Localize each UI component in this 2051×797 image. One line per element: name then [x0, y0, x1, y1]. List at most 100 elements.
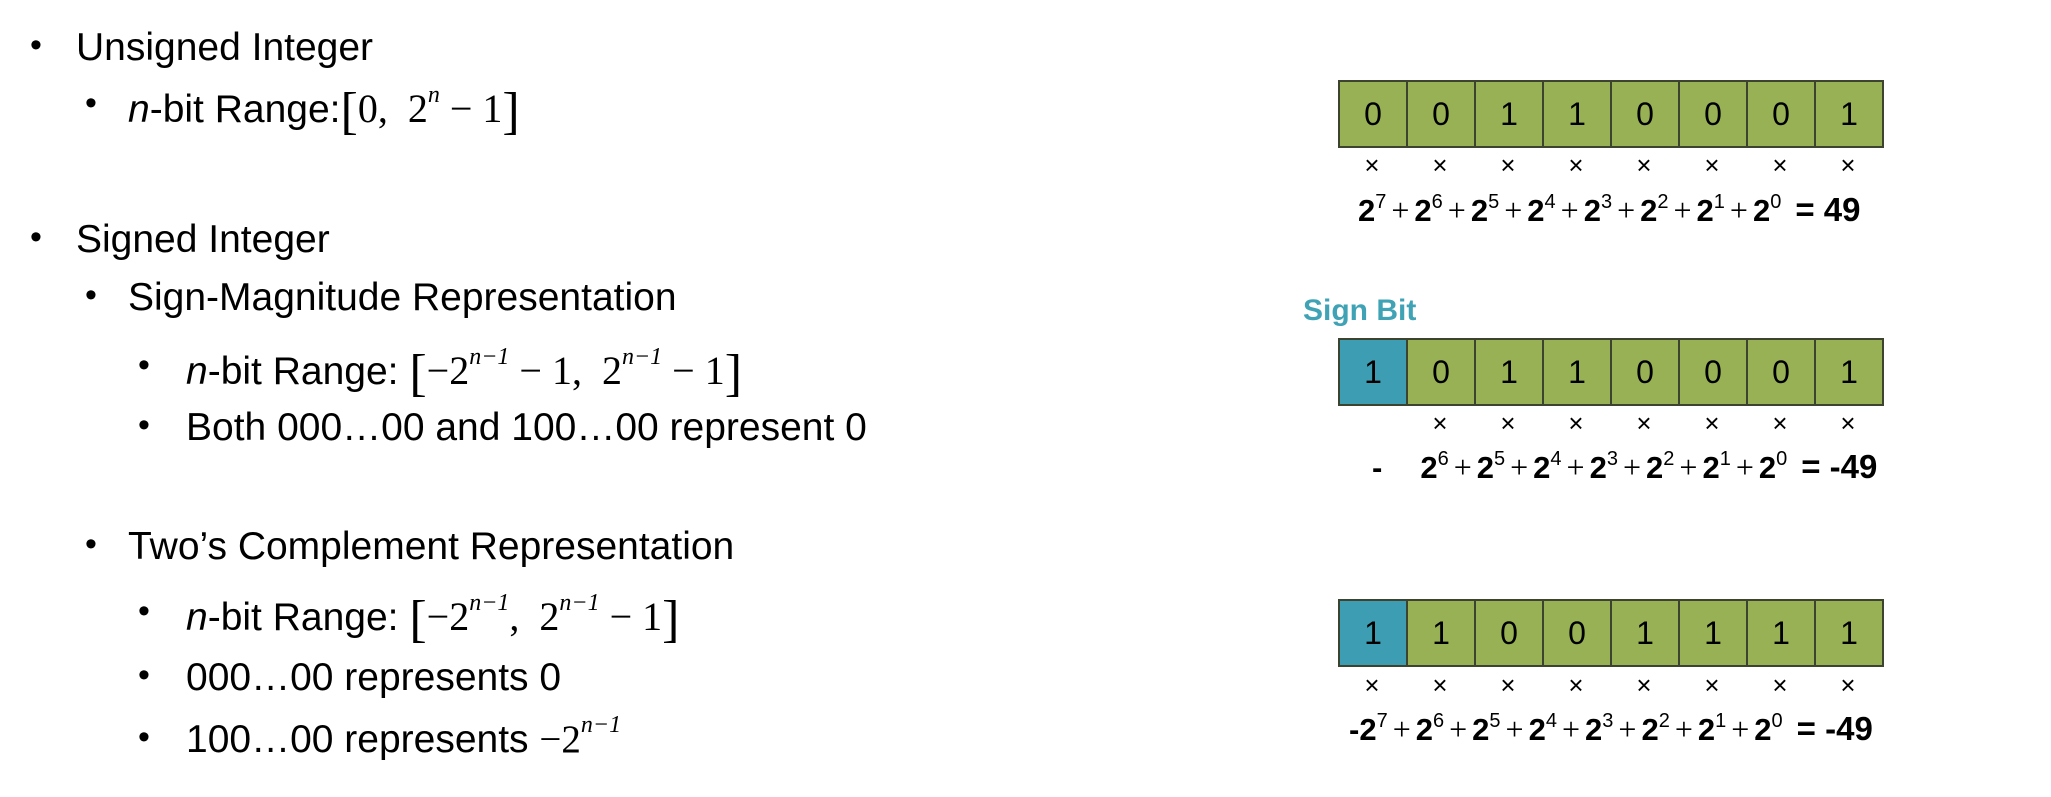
- plus-sign: +: [1729, 192, 1748, 228]
- bullet-dot: •: [138, 406, 150, 444]
- plus-sign: +: [1618, 711, 1637, 747]
- plus-sign: +: [1622, 449, 1642, 485]
- power-term: 22: [1646, 448, 1675, 485]
- exponent: 5: [1488, 191, 1500, 213]
- negative-sign: -: [1372, 450, 1383, 485]
- bullet-sign-magnitude-range: • n-bit Range: [−2n−1 − 1, 2n−1 − 1]: [138, 344, 743, 402]
- bullet-dot: •: [30, 218, 42, 256]
- plus-sign: +: [1449, 711, 1468, 747]
- bullet-twos-complement-min: • 100…00 represents −2n−1: [138, 713, 621, 761]
- exponent: 7: [1375, 191, 1387, 213]
- sign-bit-cell: 1: [1340, 340, 1408, 404]
- note-min-base: −2: [539, 718, 581, 761]
- bit-cell: 0: [1408, 82, 1476, 146]
- multiply-sign: ×: [1772, 670, 1788, 700]
- multiply-row: × × × × × × ×: [1338, 408, 1882, 439]
- bullet-dot: •: [85, 84, 97, 122]
- bullet-dot: •: [138, 656, 150, 694]
- bit-cell: 0: [1408, 340, 1476, 404]
- bit-cell: 1: [1816, 82, 1882, 146]
- bullet-sign-magnitude-zero: • Both 000…00 and 100…00 represent 0: [138, 406, 867, 449]
- formula-sign-magnitude: -26 +25 +24 +23 +22 +21 +20 = -49: [1372, 448, 1877, 485]
- power-term: 23: [1589, 448, 1618, 485]
- bit-cell: 1: [1612, 601, 1680, 665]
- result-value: = -49: [1796, 710, 1873, 747]
- sign-bit-label: Sign Bit: [1303, 294, 1417, 327]
- exponent: 3: [1606, 448, 1618, 470]
- plus-sign: +: [1392, 711, 1411, 747]
- bullet-dot: •: [30, 26, 42, 64]
- range-label: n-bit Range:: [128, 88, 341, 131]
- multiply-sign: ×: [1704, 150, 1720, 180]
- multiply-sign: ×: [1772, 408, 1788, 438]
- note-two-zeros: Both 000…00 and 100…00 represent 0: [186, 406, 867, 449]
- formula-unsigned: 27 +26 +25 +24 +23 +22 +21 +20 = 49: [1358, 191, 1861, 228]
- multiply-sign: ×: [1432, 150, 1448, 180]
- multiply-sign: ×: [1704, 408, 1720, 438]
- multiply-sign: ×: [1772, 150, 1788, 180]
- power-term: 21: [1697, 710, 1727, 747]
- exponent: 7: [1376, 710, 1388, 732]
- bullet-dot: •: [138, 346, 150, 384]
- multiply-sign: ×: [1568, 408, 1584, 438]
- power-term: 24: [1527, 191, 1556, 228]
- bit-cell: 1: [1816, 340, 1882, 404]
- bit-cell: 0: [1748, 340, 1816, 404]
- bullet-dot: •: [85, 525, 97, 563]
- range-math: [−2n−1 − 1, 2n−1 − 1]: [409, 344, 743, 402]
- multiply-sign: ×: [1568, 670, 1584, 700]
- bullet-signed-integer: • Signed Integer: [30, 220, 330, 259]
- power-term: 23: [1583, 191, 1613, 228]
- bit-cell: 0: [1544, 601, 1612, 665]
- bullet-twos-complement: • Two’s Complement Representation: [85, 527, 734, 566]
- plus-sign: +: [1674, 711, 1693, 747]
- exponent: 4: [1544, 191, 1556, 213]
- power-term: 27: [1358, 191, 1387, 228]
- multiply-sign: ×: [1432, 670, 1448, 700]
- multiply-sign: ×: [1636, 150, 1652, 180]
- plus-sign: +: [1447, 192, 1466, 228]
- power-term: 21: [1702, 448, 1731, 485]
- bullet-dot: •: [85, 276, 97, 314]
- plus-sign: +: [1731, 711, 1750, 747]
- bullet-dot: •: [138, 592, 150, 630]
- plus-sign: +: [1560, 192, 1579, 228]
- heading-sign-magnitude: Sign-Magnitude Representation: [128, 276, 677, 319]
- plus-sign: +: [1566, 449, 1585, 485]
- bit-cell: 0: [1680, 82, 1748, 146]
- bullet-unsigned-range: • n-bit Range:[0, 2n − 1]: [85, 83, 520, 138]
- bullet-dot: •: [138, 718, 150, 756]
- bullet-twos-complement-range: • n-bit Range: [−2n−1, 2n−1 − 1]: [138, 591, 680, 646]
- exponent: 1: [1713, 191, 1725, 213]
- bullet-unsigned-integer: • Unsigned Integer: [30, 28, 373, 67]
- bit-cell: 0: [1476, 601, 1544, 665]
- bit-cell: 1: [1816, 601, 1882, 665]
- power-term: 25: [1470, 191, 1500, 228]
- exponent: 1: [1719, 448, 1731, 470]
- plus-sign: +: [1679, 449, 1698, 485]
- exponent: 5: [1489, 710, 1501, 732]
- exponent: 4: [1545, 710, 1557, 732]
- multiply-row: × × × × × × × ×: [1338, 670, 1882, 701]
- power-term: 20: [1752, 191, 1782, 228]
- bit-cell: 1: [1544, 82, 1612, 146]
- plus-sign: +: [1561, 711, 1581, 747]
- plus-sign: +: [1504, 192, 1523, 228]
- plus-sign: +: [1391, 192, 1410, 228]
- multiply-sign: ×: [1364, 670, 1380, 700]
- power-term: 26: [1420, 448, 1449, 485]
- multiply-sign: ×: [1568, 150, 1584, 180]
- note-min: 100…00 represents: [186, 718, 529, 761]
- power-term: 23: [1585, 710, 1614, 747]
- multiply-sign: ×: [1840, 670, 1856, 700]
- multiply-sign: ×: [1704, 670, 1720, 700]
- power-term: -27: [1349, 710, 1388, 747]
- exponent: 2: [1657, 191, 1669, 213]
- power-term: 20: [1754, 710, 1783, 747]
- result-value: = 49: [1795, 191, 1861, 228]
- plus-sign: +: [1510, 449, 1529, 485]
- plus-sign: +: [1617, 192, 1636, 228]
- exponent: 0: [1771, 710, 1783, 732]
- exponent: 5: [1494, 448, 1506, 470]
- bit-cell: 1: [1408, 601, 1476, 665]
